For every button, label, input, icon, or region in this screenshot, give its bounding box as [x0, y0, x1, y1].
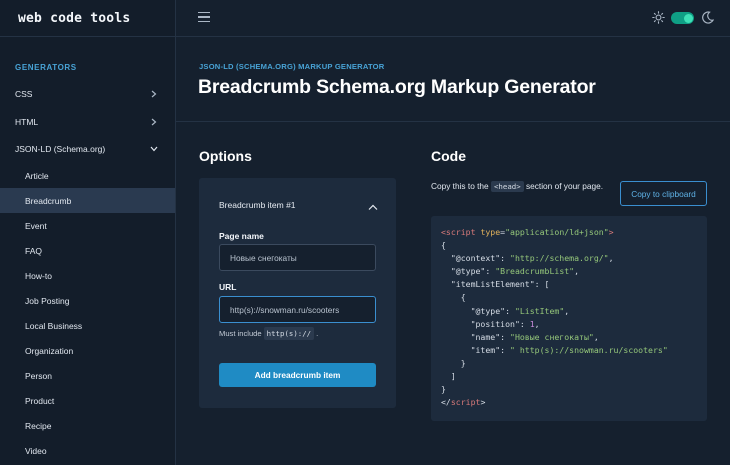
sidebar-subitem-video[interactable]: Video — [0, 438, 175, 463]
code-line: "itemListElement": [ — [450, 279, 550, 290]
desc-before: Copy this to the — [431, 181, 489, 191]
code-line: <script type="application/ld+json"> — [441, 227, 614, 237]
url-label: URL — [219, 282, 237, 292]
code-line: } — [441, 384, 446, 395]
copy-to-clipboard-button[interactable]: Copy to clipboard — [620, 181, 707, 206]
sidebar-item-css[interactable]: CSS — [0, 81, 175, 106]
chevron-right-icon — [149, 89, 159, 99]
sidebar-item-label: JSON-LD (Schema.org) — [15, 143, 106, 154]
desc-code: <head> — [490, 181, 524, 192]
sidebar-item-label: Article — [25, 170, 49, 181]
sidebar-subitem-article[interactable]: Article — [0, 163, 175, 188]
code-description: Copy this to the <head> section of your … — [431, 179, 607, 194]
sidebar-subitem-organization[interactable]: Organization — [0, 338, 175, 363]
sidebar-item-label: Event — [25, 220, 47, 231]
code-block[interactable]: <script type="application/ld+json"> { "@… — [431, 216, 707, 421]
sidebar-subitem-how-to[interactable]: How-to — [0, 263, 175, 288]
sidebar-subitem-job-posting[interactable]: Job Posting — [0, 288, 175, 313]
code-line: "@context": "http://schema.org/", — [450, 253, 614, 264]
sidebar-subitem-person[interactable]: Person — [0, 363, 175, 388]
sidebar-item-label: Breadcrumb — [25, 195, 72, 206]
brand-logo[interactable]: web code tools — [0, 0, 175, 37]
sidebar-item-label: FAQ — [25, 245, 43, 256]
code-line: { — [441, 240, 446, 251]
menu-icon[interactable] — [198, 12, 210, 24]
sidebar-item-label: How-to — [25, 270, 52, 281]
sidebar-item-label: Person — [25, 370, 52, 381]
code-line: "@type": "BreadcrumbList", — [450, 266, 580, 277]
code-line: "@type": "ListItem", — [470, 305, 570, 316]
sidebar-subitem-event[interactable]: Event — [0, 213, 175, 238]
options-title: Options — [199, 148, 252, 164]
page-eyebrow: JSON-LD (SCHEMA.ORG) MARKUP GENERATOR — [199, 62, 385, 71]
hint-code: http(s):// — [263, 327, 315, 340]
sidebar-subitem-breadcrumb[interactable]: Breadcrumb — [0, 188, 175, 213]
sidebar-subitem-local-business[interactable]: Local Business — [0, 313, 175, 338]
code-line: "position": 1, — [470, 318, 540, 329]
code-title: Code — [431, 148, 466, 164]
sidebar: web code tools GENERATORS CSS HTML JSON-… — [0, 0, 176, 465]
code-line: ] — [450, 371, 456, 382]
top-bar — [176, 0, 730, 37]
sidebar-subitem-recipe[interactable]: Recipe — [0, 413, 175, 438]
code-line: "name": "Новые снегокаты", — [470, 331, 599, 342]
page-name-input[interactable]: Новые снегокаты — [219, 244, 376, 271]
chevron-up-icon[interactable] — [368, 198, 378, 216]
code-line: </script> — [441, 397, 486, 408]
code-line: { — [460, 292, 466, 303]
accordion-title[interactable]: Breadcrumb item #1 — [219, 200, 296, 210]
chevron-down-icon — [149, 144, 159, 154]
code-line: } — [460, 357, 466, 368]
url-hint: Must include http(s):// . — [219, 327, 318, 340]
sun-icon[interactable] — [652, 11, 665, 29]
hint-suffix: . — [316, 329, 319, 338]
url-input[interactable]: http(s)://snowman.ru/scooters — [219, 296, 376, 323]
sidebar-section-label: GENERATORS — [15, 63, 77, 72]
sidebar-item-label: Job Posting — [25, 295, 70, 306]
sidebar-item-label: Product — [25, 395, 55, 406]
sidebar-item-label: Video — [25, 445, 47, 456]
code-line: "item": " http(s)://snowman.ru/scooters" — [470, 344, 668, 355]
desc-after: section of your page. — [525, 181, 604, 191]
sidebar-subitem-product[interactable]: Product — [0, 388, 175, 413]
sidebar-subitem-faq[interactable]: FAQ — [0, 238, 175, 263]
hint-prefix: Must include — [219, 329, 262, 338]
sidebar-item-label: CSS — [15, 88, 33, 99]
sidebar-item-label: Local Business — [25, 320, 83, 331]
moon-icon[interactable] — [702, 11, 715, 29]
page-header: JSON-LD (SCHEMA.ORG) MARKUP GENERATOR Br… — [176, 38, 730, 122]
theme-toggle[interactable] — [671, 12, 694, 24]
sidebar-item-label: Recipe — [25, 420, 52, 431]
sidebar-item-html[interactable]: HTML — [0, 109, 175, 134]
add-breadcrumb-button[interactable]: Add breadcrumb item — [219, 363, 376, 387]
options-card: Breadcrumb item #1 Page name Новые снего… — [199, 178, 396, 408]
page-title: Breadcrumb Schema.org Markup Generator — [198, 76, 596, 98]
sidebar-item-label: HTML — [15, 116, 39, 127]
sidebar-item-label: Organization — [25, 345, 74, 356]
chevron-right-icon — [149, 117, 159, 127]
page-name-label: Page name — [219, 231, 264, 241]
sidebar-item-json-ld[interactable]: JSON-LD (Schema.org) — [0, 136, 175, 161]
